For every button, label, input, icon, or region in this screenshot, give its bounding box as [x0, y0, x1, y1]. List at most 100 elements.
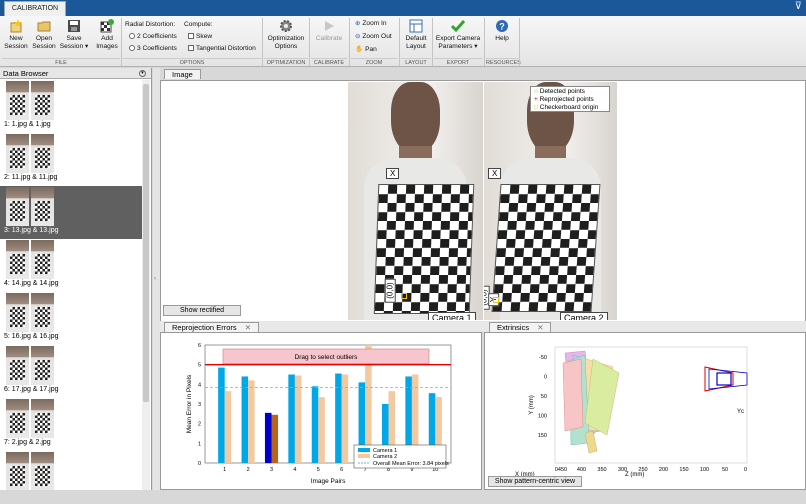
y-axis-title: Mean Error in Pixels — [186, 374, 193, 433]
radio-2-coefficients[interactable]: 2 Coefficients — [129, 33, 177, 41]
thumbnail-camera1 — [6, 293, 29, 332]
bar-camera1[interactable] — [335, 373, 342, 463]
separator — [309, 18, 310, 66]
z-tick-label: 200 — [659, 467, 668, 473]
zoom-in-button[interactable]: ⊕ Zoom In — [355, 20, 387, 28]
x-tick-label: 6 — [340, 467, 343, 473]
x-axis-title: Image Pairs — [311, 478, 346, 485]
bar-camera2[interactable] — [271, 414, 279, 463]
thumbnail-camera1 — [6, 81, 29, 120]
thumbnail-camera1 — [6, 346, 29, 385]
y-tick-label: -50 — [539, 355, 547, 361]
separator — [121, 18, 122, 66]
x-tick-label: 5 — [317, 467, 320, 473]
splitter-grip-icon: ‹ — [154, 276, 156, 282]
tab-extrinsics-label: Extrinsics — [497, 323, 530, 332]
new-session-button[interactable]: New Session — [3, 19, 29, 50]
section-optimization: OPTIMIZATION — [264, 58, 308, 67]
optimization-options-button[interactable]: Optimization Options — [264, 19, 308, 50]
data-browser-title: Data Browser ▾ — [0, 68, 151, 79]
separator — [262, 18, 263, 66]
skew-checkbox[interactable]: Skew — [188, 33, 212, 41]
open-session-button[interactable]: Open Session — [31, 19, 57, 50]
open-session-label: Open Session — [32, 35, 56, 50]
bar-camera2[interactable] — [294, 375, 302, 463]
splitter[interactable]: ‹ — [153, 68, 160, 490]
list-item[interactable] — [0, 451, 142, 490]
show-pattern-centric-view-button[interactable]: Show pattern-centric view — [488, 476, 582, 487]
add-images-button[interactable]: Add Images — [94, 19, 120, 50]
list-item[interactable]: 4: 14.jpg & 14.jpg — [0, 239, 142, 292]
bar-camera2[interactable] — [224, 391, 232, 463]
section-file: FILE — [2, 58, 120, 67]
close-icon[interactable]: ✕ — [245, 323, 251, 332]
legend-detected-label: Detected points — [539, 88, 585, 95]
legend-camera2-swatch — [358, 454, 370, 458]
radio-3-coefficients-label: 3 Coefficients — [137, 45, 177, 52]
save-session-button[interactable]: Save Session ▾ — [59, 19, 89, 50]
list-item[interactable]: 6: 17.jpg & 17.jpg — [0, 345, 142, 398]
bar-camera1[interactable] — [241, 376, 249, 463]
person-head — [391, 82, 440, 154]
bar-camera1[interactable] — [218, 367, 225, 463]
export-camera-parameters-button[interactable]: Export Camera Parameters ▾ — [434, 19, 482, 50]
list-item[interactable]: 5: 16.jpg & 16.jpg — [0, 292, 142, 345]
list-item[interactable]: 1: 1.jpg & 1.jpg — [0, 80, 142, 133]
scrollbar-thumb[interactable] — [143, 84, 149, 402]
thumbnail-camera1 — [6, 452, 29, 490]
add-images-label: Add Images — [96, 35, 118, 50]
bar-camera1[interactable] — [311, 386, 319, 463]
separator — [399, 18, 400, 66]
list-item-label: 4: 14.jpg & 14.jpg — [4, 280, 59, 287]
toolstrip: New Session Open Session Save Session ▾ … — [0, 16, 806, 67]
x-tick-label: 2 — [247, 467, 250, 473]
x-tick-label: 3 — [270, 467, 273, 473]
list-item[interactable]: 3: 13.jpg & 13.jpg — [0, 186, 142, 239]
skew-label: Skew — [196, 33, 213, 40]
camera1-image: Camera 1 (0,0) X — [348, 82, 483, 320]
gear-icon — [280, 20, 292, 32]
pan-button[interactable]: ✋ Pan — [355, 46, 377, 54]
tab-calibration[interactable]: CALIBRATION — [4, 1, 66, 16]
y-ticks: 0 1 2 3 4 5 6 — [198, 343, 201, 467]
default-layout-label: Default Layout — [405, 35, 427, 50]
image-panel: Camera 1 (0,0) X Camera 2 (0,0) Y X — [160, 80, 806, 322]
show-rectified-button[interactable]: Show rectified — [163, 305, 241, 316]
browser-scrollbar[interactable] — [142, 80, 150, 490]
checkerboard-origin-marker — [401, 293, 407, 299]
reprojection-errors-chart[interactable]: 0123456 1 2 3 4 5 6 7 8 9 10 Drag to select outli… — [161, 333, 481, 489]
bar-camera2[interactable] — [318, 397, 325, 463]
checkerboard — [491, 184, 601, 312]
close-icon[interactable]: ✕ — [537, 323, 543, 332]
zoom-out-icon: ⊖ — [355, 33, 361, 40]
bar-camera1[interactable] — [264, 412, 272, 463]
zoom-out-button[interactable]: ⊖ Zoom Out — [355, 33, 392, 41]
thumbnail-pair — [6, 240, 54, 279]
panel-menu-icon[interactable]: ▾ — [139, 70, 146, 77]
thumbnail-camera2 — [31, 293, 54, 332]
tangential-checkbox[interactable]: Tangential Distortion — [188, 45, 256, 53]
help-button[interactable]: ? Help — [487, 19, 517, 43]
extrinsics-panel: -50 0 50 100 150 0450 400 350 300 250 200 150 100 50… — [484, 332, 806, 490]
y-tick-label: 6 — [198, 343, 201, 349]
floppy-disk-icon — [68, 20, 80, 32]
thumbnail-camera2 — [31, 134, 54, 173]
z-tick-label: 0450 — [555, 467, 567, 473]
tab-extrinsics[interactable]: Extrinsics ✕ — [489, 322, 552, 332]
checkmark-icon — [451, 20, 465, 33]
collapse-toolstrip-icon[interactable]: ⊽ — [795, 2, 802, 12]
y-tick-label: 0 — [544, 375, 547, 381]
list-item-label: 1: 1.jpg & 1.jpg — [4, 121, 51, 128]
default-layout-button[interactable]: Default Layout — [401, 19, 431, 50]
list-item[interactable]: 7: 2.jpg & 2.jpg — [0, 398, 142, 451]
extrinsics-3d-plot[interactable]: -50050100150 0450 400 350 300 250 200 150 100 50… — [485, 333, 805, 489]
calibrate-button[interactable]: Calibrate — [311, 19, 347, 43]
z-tick-label: 100 — [700, 467, 709, 473]
list-item[interactable]: 2: 11.jpg & 11.jpg — [0, 133, 142, 186]
checkbox-icon — [188, 45, 194, 51]
bar-camera2[interactable] — [248, 380, 255, 463]
tab-reprojection-errors[interactable]: Reprojection Errors ✕ — [164, 322, 259, 332]
radio-3-coefficients[interactable]: 3 Coefficients — [129, 45, 177, 53]
camera2-label: Camera 2 — [560, 312, 608, 320]
tab-image[interactable]: Image — [164, 69, 201, 79]
